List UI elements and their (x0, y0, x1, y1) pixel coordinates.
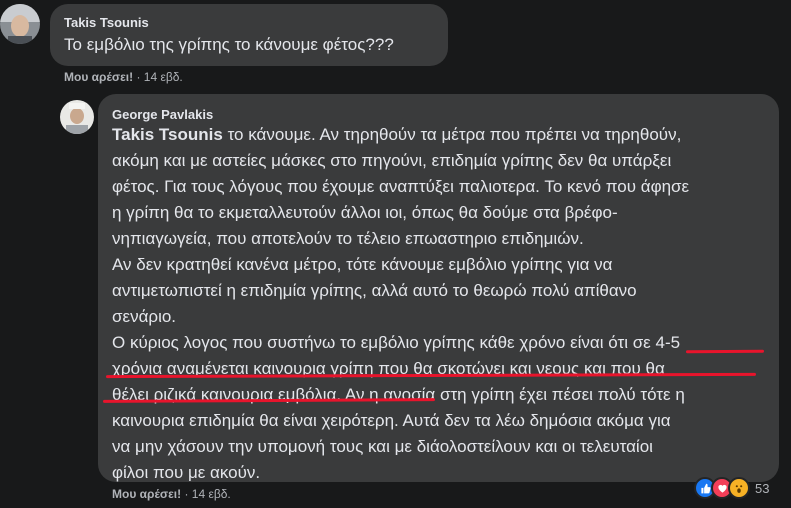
avatar-george[interactable] (60, 100, 94, 134)
reply-line: φέτος. Για τους λόγους που έχουμε αναπτύ… (112, 177, 690, 196)
comment-author[interactable]: Takis Tsounis (64, 15, 149, 30)
reply-line: αντιμετωπιστεί η επιδημία γρίπης, αλλά α… (112, 281, 637, 300)
reaction-count: 53 (755, 480, 770, 496)
comment-time[interactable]: 14 εβδ. (144, 70, 183, 84)
like-button[interactable]: Μου αρέσει! (112, 487, 181, 501)
wow-reaction-icon (728, 477, 750, 499)
reply-line: Ο κύριος λογος που συστήνω το εμβόλιο γρ… (112, 333, 681, 352)
avatar-takis[interactable] (0, 4, 40, 44)
reply-line: Takis Tsounis το κάνουμε. Αν τηρηθούν τα… (112, 125, 682, 144)
comment-actions: Μου αρέσει! · 14 εβδ. (64, 70, 183, 84)
reply-line: νηπιαγωγεία, που αποτελούν το τέλειο επω… (112, 229, 584, 248)
reply-line: καινουρια επιδημία θα είναι χειρότερη. Α… (112, 411, 671, 430)
reply-line: Αν δεν κρατηθεί κανένα μέτρο, τότε κάνου… (112, 255, 613, 274)
meta-separator: · (184, 487, 189, 501)
comment-bubble: Takis Tsounis Το εμβόλιο της γρίπης το κ… (50, 4, 448, 66)
reply-line: η γρίπη θα το εκμεταλλευτούν άλλοι ιοι, … (112, 203, 618, 222)
reply-line: σενάριο. (112, 307, 177, 326)
reply-author[interactable]: George Pavlakis (112, 107, 213, 122)
reply-time[interactable]: 14 εβδ. (192, 487, 231, 501)
like-button[interactable]: Μου αρέσει! (64, 70, 133, 84)
reply-line: ακόμη και με αστείες μάσκες στο πηγούνι,… (112, 151, 672, 170)
red-underline (685, 349, 765, 354)
reactions-summary[interactable]: 53 (694, 477, 769, 499)
mention-link[interactable]: Takis Tsounis (112, 125, 223, 144)
meta-separator: · (136, 70, 141, 84)
reply-line: φίλοι που με ακούν. (112, 463, 261, 482)
reply-actions: Μου αρέσει! · 14 εβδ. (112, 487, 231, 501)
reply-bubble: George Pavlakis Takis Tsounis το κάνουμε… (98, 94, 779, 482)
reply-line: να μην χάσουν την υπομονή τους και με δι… (112, 437, 653, 456)
comment-text: Το εμβόλιο της γρίπης το κάνουμε φέτος??… (64, 35, 394, 54)
